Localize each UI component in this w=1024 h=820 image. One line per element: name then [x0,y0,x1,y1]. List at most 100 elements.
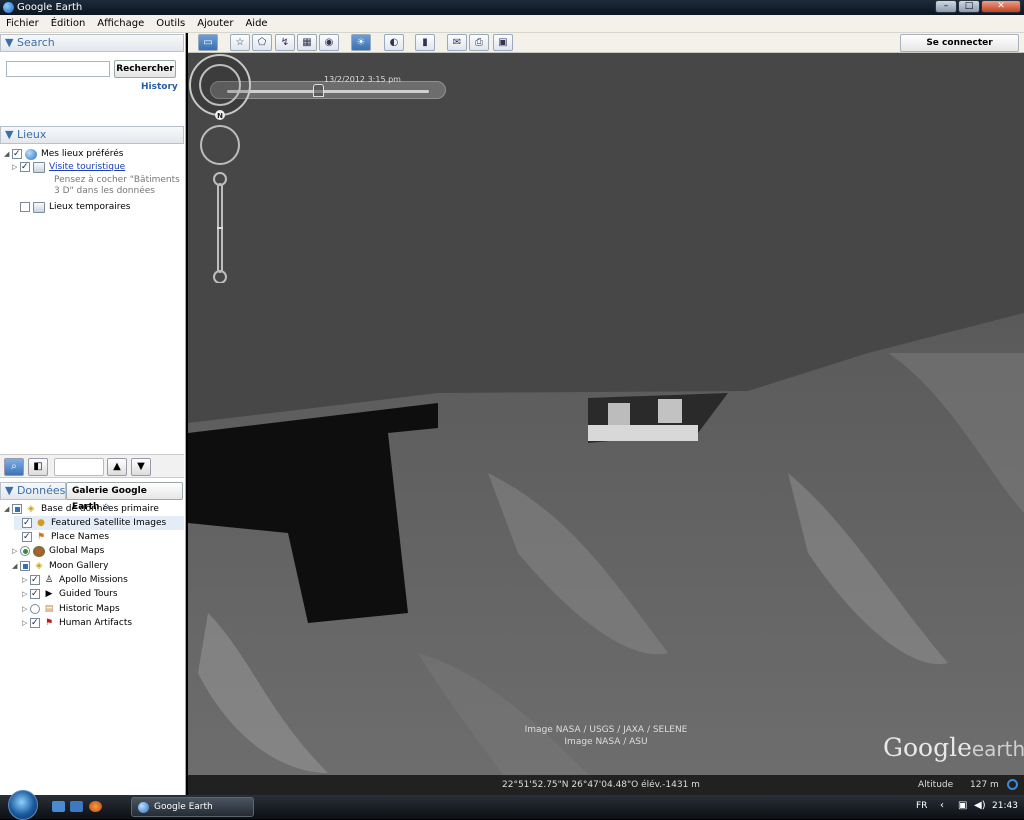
move-down-icon[interactable]: ▼ [131,458,151,476]
add-polygon-icon[interactable]: ⬠ [252,34,272,51]
tree-label: Featured Satellite Images [51,518,167,528]
title-bar: Google Earth – □ ✕ [0,0,1024,15]
tour-hint-line-2: 3 D" dans les données [54,186,155,196]
places-panel-header[interactable]: ▼ Lieux [0,126,184,144]
sunlight-icon[interactable]: ☀ [351,34,371,51]
menu-aide[interactable]: Aide [239,18,273,29]
ruler-icon[interactable]: ▮ [415,34,435,51]
coordinates-readout: 22°51'52.75"N 26°47'04.48"O élév.-1431 m [502,780,700,790]
planets-icon[interactable]: ◐ [384,34,404,51]
move-up-icon[interactable]: ▲ [107,458,127,476]
folder-icon [33,201,45,213]
search-button[interactable]: Rechercher [114,60,176,78]
checkbox[interactable] [30,573,40,587]
globe-icon [25,148,37,160]
add-overlay-icon[interactable]: ▦ [297,34,317,51]
zoom-slider [213,172,227,283]
tree-row-featured[interactable]: ● Featured Satellite Images [14,516,184,530]
time-label: 13/2/2012 3:15 pm [324,75,401,84]
tree-label: Base de données primaire [41,504,159,514]
history-link[interactable]: History [141,82,178,92]
rocket-icon: ♙ [44,574,54,585]
network-icon[interactable]: ▣ [958,800,967,811]
search-panel-header[interactable]: ▼ Search [0,34,184,52]
checkbox[interactable] [30,616,40,630]
checkbox[interactable] [22,516,32,530]
collapsed-arrow-icon[interactable]: ▷ [22,587,30,601]
logo-earth: earth [971,737,1024,761]
tree-row-guided[interactable]: ▷ ▶ Guided Tours [22,587,118,601]
radio-button[interactable] [20,546,30,556]
split-view-icon[interactable]: ◧ [28,458,48,476]
menu-outils[interactable]: Outils [150,18,191,29]
folder-icon [33,161,45,173]
clock[interactable]: 21:43 [992,801,1018,811]
satellite-dot-icon: ● [37,517,45,528]
expanded-arrow-icon[interactable]: ◢ [4,147,12,161]
map-view[interactable]: 13/2/2012 3:15 pm N Image NASA / USGS / … [188,53,1024,795]
layers-panel-header[interactable]: ▼ Données [0,482,66,500]
collapsed-arrow-icon[interactable]: ▷ [12,544,20,558]
close-button[interactable]: ✕ [981,0,1021,13]
places-filter-input[interactable] [54,458,104,476]
firefox-icon[interactable] [89,801,102,812]
collapsed-arrow-icon[interactable]: ▷ [12,160,20,174]
status-bar: 22°51'52.75"N 26°47'04.48"O élév.-1431 m… [188,775,1024,795]
collapsed-arrow-icon[interactable]: ▷ [22,602,30,616]
email-icon[interactable]: ✉ [447,34,467,51]
switch-windows-icon[interactable] [70,801,83,812]
tree-row-temp[interactable]: Lieux temporaires [12,200,130,214]
checkbox[interactable] [12,147,22,161]
taskbar-google-earth[interactable]: Google Earth [131,797,254,817]
menu-affichage[interactable]: Affichage [91,18,150,29]
toolbar: ▭ ☆ ⬠ ↯ ▦ ◉ ☀ ◐ ▮ ✉ ⎙ ▣ Se connecter [188,33,1024,53]
gallery-button[interactable]: Galerie Google Earth ›› [66,482,183,512]
tree-row-moon-gallery[interactable]: ◢ ◈ Moon Gallery [12,559,108,573]
view-in-maps-icon[interactable]: ▣ [493,34,513,51]
tree-row-global-maps[interactable]: ▷ Global Maps [12,544,104,558]
camera-icon: ▶ [45,588,53,599]
tree-row-primary-db[interactable]: ◢ ◈ Base de données primaire [4,502,159,516]
menu-edition[interactable]: Édition [45,18,92,29]
expanded-arrow-icon[interactable]: ◢ [4,502,12,516]
record-tour-icon[interactable]: ◉ [319,34,339,51]
start-button[interactable] [8,790,38,820]
tree-row-tour[interactable]: ▷ Visite touristique [12,160,125,174]
add-path-icon[interactable]: ↯ [275,34,295,51]
search-input[interactable] [6,61,110,77]
tray-chevron-icon[interactable]: ‹ [940,800,944,811]
minimize-button[interactable]: – [935,0,957,13]
maximize-button[interactable]: □ [958,0,980,13]
tree-row-place-names[interactable]: ⚑ Place Names [14,530,109,544]
show-desktop-icon[interactable] [52,801,65,812]
volume-icon[interactable]: ◀) [974,800,986,811]
checkbox[interactable] [12,504,22,514]
expanded-arrow-icon[interactable]: ◢ [12,559,20,573]
search-places-icon[interactable]: ⌕ [4,458,24,476]
menu-fichier[interactable]: Fichier [0,18,45,29]
scroll-map-icon: ▤ [44,603,54,614]
collapsed-arrow-icon[interactable]: ▷ [22,573,30,587]
signin-button[interactable]: Se connecter [900,34,1019,52]
time-slider-track[interactable] [227,90,429,93]
menu-ajouter[interactable]: Ajouter [191,18,239,29]
language-indicator[interactable]: FR [916,801,927,811]
checkbox[interactable] [22,530,32,544]
time-slider-thumb[interactable] [313,84,324,97]
add-placemark-icon[interactable]: ☆ [230,34,250,51]
print-icon[interactable]: ⎙ [469,34,489,51]
sidebar-toggle-icon[interactable]: ▭ [198,34,218,51]
collapsed-arrow-icon[interactable]: ▷ [22,616,30,630]
checkbox[interactable] [30,587,40,601]
window-title: Google Earth [17,2,83,13]
checkbox[interactable] [20,160,30,174]
navigation-controls[interactable]: N [188,53,252,283]
tree-row-artifacts[interactable]: ▷ ⚑ Human Artifacts [22,616,132,630]
tour-link[interactable]: Visite touristique [49,160,125,174]
radio-button[interactable] [30,604,40,614]
tree-row-favorites[interactable]: ◢ Mes lieux préférés [4,147,123,161]
checkbox[interactable] [20,561,30,571]
tree-row-historic[interactable]: ▷ ▤ Historic Maps [22,602,120,616]
tree-row-apollo[interactable]: ▷ ♙ Apollo Missions [22,573,128,587]
checkbox[interactable] [20,202,30,212]
